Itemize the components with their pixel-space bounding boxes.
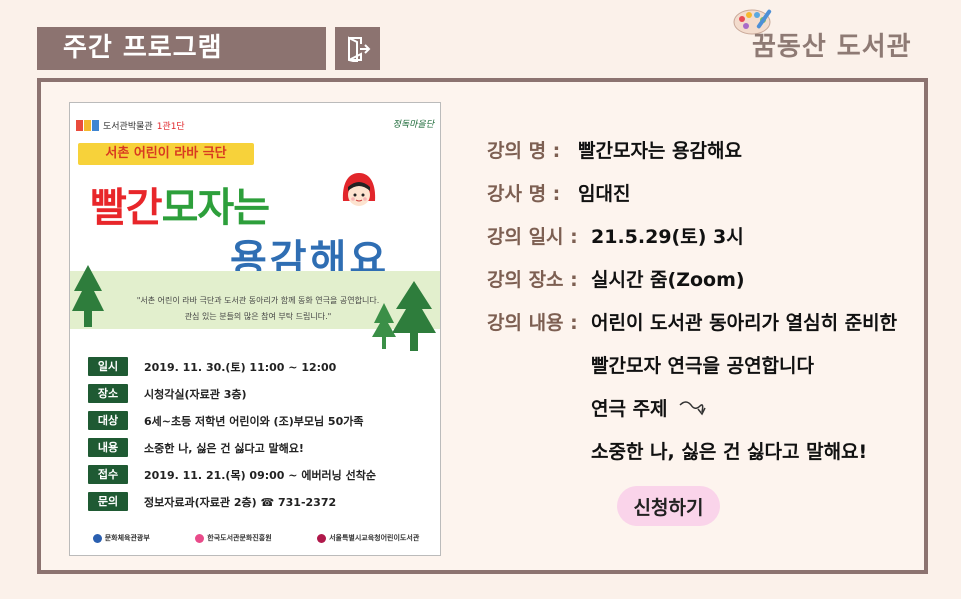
info-teacher-label: 강사 명 : — [487, 183, 561, 205]
poster-detail-value: 시청각실(자료관 3층) — [144, 387, 247, 401]
info-title-row: 강의 명 : 빨간모자는 용감해요 — [487, 128, 897, 171]
poster-detail-tag: 일시 — [88, 357, 128, 376]
poster-headline-green: 모자는 — [161, 185, 270, 231]
program-panel: 도서관박물관 1관1단 정독마을단 서촌 어린이 라바 극단 빨간모자는 용감해… — [37, 78, 928, 574]
info-content-line4: 소중한 나, 싫은 건 싫다고 말해요! — [591, 441, 868, 463]
poster-detail-value: 2019. 11. 21.(목) 09:00 ~ 에버러닝 선착순 — [144, 468, 376, 482]
apply-button[interactable]: 신청하기 — [617, 486, 720, 526]
sponsor-item: 문화체육관광부 — [92, 533, 150, 543]
sponsor-item: 서울특별시교육청어린이도서관 — [317, 533, 419, 543]
info-date-label: 강의 일시 : — [487, 226, 578, 248]
sponsor-name: 한국도서관문화진흥원 — [207, 534, 272, 542]
info-date-value: 21.5.29(토) 3시 — [591, 226, 744, 248]
exit-icon — [347, 35, 370, 62]
library-logo[interactable]: 꿈동산 도서관 — [732, 6, 947, 62]
poster-detail-value: 6세~초등 저학년 어린이와 (조)부모님 50가족 — [144, 414, 364, 428]
info-title-label: 강의 명 : — [487, 140, 561, 162]
poster-troupe: 서촌 어린이 라바 극단 — [78, 143, 254, 165]
sponsor-item: 한국도서관문화진흥원 — [195, 533, 272, 543]
sponsor-name: 문화체육관광부 — [104, 534, 150, 542]
info-title-value: 빨간모자는 용감해요 — [578, 140, 742, 162]
info-content-line3: 연극 주제 — [591, 398, 668, 420]
curly-arrow-icon — [679, 400, 706, 415]
poster-headline: 빨간모자는 — [90, 175, 270, 233]
poster-detail-row: 일시 2019. 11. 30.(토) 11:00 ~ 12:00 — [88, 353, 438, 380]
poster-detail-tag: 내용 — [88, 438, 128, 457]
sponsor-name: 서울특별시교육청어린이도서관 — [329, 534, 420, 542]
poster-detail-value: 2019. 11. 30.(토) 11:00 ~ 12:00 — [144, 360, 337, 374]
red-riding-hood-icon — [342, 173, 376, 206]
exit-button[interactable] — [335, 27, 380, 70]
info-place-row: 강의 장소 : 실시간 줌(Zoom) — [487, 257, 897, 300]
poster-detail-row: 대상 6세~초등 저학년 어린이와 (조)부모님 50가족 — [88, 407, 438, 434]
poster-quote-line2: 관심 있는 분들의 많은 참여 부탁 드립니다." — [184, 312, 332, 321]
poster-detail-tag: 문의 — [88, 492, 128, 511]
info-place-value: 실시간 줌(Zoom) — [591, 269, 745, 291]
program-poster: 도서관박물관 1관1단 정독마을단 서촌 어린이 라바 극단 빨간모자는 용감해… — [69, 102, 441, 556]
poster-detail-tag: 대상 — [88, 411, 128, 430]
info-content-row: 강의 내용 : 어린이 도서관 동아리가 열심히 준비한 — [487, 300, 897, 343]
poster-detail-value: 소중한 나, 싫은 건 싫다고 말해요! — [144, 441, 304, 455]
page-title: 주간 프로그램 — [37, 27, 326, 70]
info-place-label: 강의 장소 : — [487, 269, 578, 291]
poster-brand-accent: 1관1단 — [156, 122, 185, 132]
info-teacher-value: 임대진 — [578, 183, 631, 205]
poster-detail-tag: 접수 — [88, 465, 128, 484]
logo-text: 꿈동산 도서관 — [752, 32, 912, 62]
poster-detail-row: 접수 2019. 11. 21.(목) 09:00 ~ 에버러닝 선착순 — [88, 461, 438, 488]
info-content-label: 강의 내용 : — [487, 312, 578, 334]
poster-brand: 도서관박물관 1관1단 — [76, 119, 185, 132]
poster-details: 일시 2019. 11. 30.(토) 11:00 ~ 12:00 장소 시청각… — [88, 353, 438, 515]
poster-detail-tag: 장소 — [88, 384, 128, 403]
poster-detail-row: 내용 소중한 나, 싫은 건 싫다고 말해요! — [88, 434, 438, 461]
poster-detail-row: 장소 시청각실(자료관 3층) — [88, 380, 438, 407]
poster-corner-mark: 정독마을단 — [392, 120, 434, 130]
info-content-line2: 빨간모자 연극을 공연합니다 — [591, 355, 814, 377]
program-info: 강의 명 : 빨간모자는 용감해요 강사 명 : 임대진 강의 일시 : 21.… — [487, 128, 897, 472]
info-teacher-row: 강사 명 : 임대진 — [487, 171, 897, 214]
poster-brand-text: 도서관박물관 — [103, 122, 153, 132]
poster-quote-line1: "서촌 어린이 라바 극단과 도서관 동아리가 함께 동화 연극을 공연합니다. — [136, 296, 380, 305]
poster-detail-row: 문의 정보자료과(자료관 2층) ☎ 731-2372 — [88, 488, 438, 515]
info-date-row: 강의 일시 : 21.5.29(토) 3시 — [487, 214, 897, 257]
poster-headline-red: 빨간 — [90, 185, 163, 231]
poster-detail-value: 정보자료과(자료관 2층) ☎ 731-2372 — [144, 495, 337, 509]
poster-quote: "서촌 어린이 라바 극단과 도서관 동아리가 함께 동화 연극을 공연합니다.… — [88, 293, 428, 325]
info-content-theme: 연극 주제 — [487, 386, 897, 429]
poster-sponsors: 문화체육관광부 한국도서관문화진흥원 서울특별시교육청어린이도서관 — [70, 525, 440, 551]
brand-blocks-icon — [76, 120, 99, 131]
info-content-line1: 어린이 도서관 동아리가 열심히 준비한 — [591, 312, 898, 334]
